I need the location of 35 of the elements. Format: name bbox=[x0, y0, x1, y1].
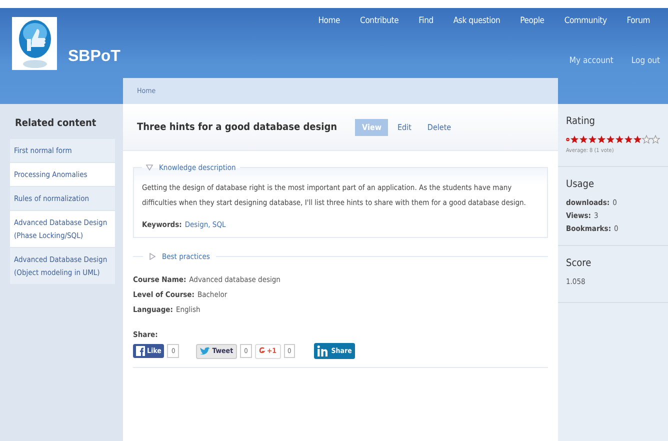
cancel-rating-icon[interactable] bbox=[566, 135, 570, 144]
site-name[interactable]: SBPoT bbox=[68, 48, 120, 66]
rating-star-icon[interactable] bbox=[606, 135, 615, 144]
bird-icon bbox=[200, 346, 210, 356]
nav-link[interactable]: Home bbox=[308, 16, 350, 26]
rating-star-icon[interactable] bbox=[615, 135, 624, 144]
thumbs-up-logo-icon bbox=[12, 17, 57, 70]
rating-star-icon[interactable] bbox=[624, 135, 633, 144]
rating-star-icon[interactable] bbox=[570, 135, 579, 144]
page-title: Three hints for a good database design bbox=[137, 122, 338, 132]
rating-star-icon[interactable] bbox=[651, 135, 660, 144]
score-title: Score bbox=[566, 258, 592, 269]
nav-link[interactable]: Community bbox=[554, 16, 617, 26]
rating-star-icon[interactable] bbox=[588, 135, 597, 144]
tab[interactable]: Delete bbox=[420, 118, 458, 136]
rating-star-icon[interactable] bbox=[642, 135, 651, 144]
sidebar-title: Related content bbox=[15, 118, 98, 129]
nav-link[interactable]: People bbox=[510, 16, 554, 26]
user-link[interactable]: My account bbox=[569, 56, 614, 66]
nav-link[interactable]: Ask question bbox=[443, 16, 510, 26]
rating-star-icon[interactable] bbox=[633, 135, 642, 144]
nav-link[interactable]: Forum bbox=[616, 16, 660, 26]
rating-title: Rating bbox=[566, 116, 596, 127]
rating-star-icon[interactable] bbox=[579, 135, 588, 144]
expand-icon bbox=[149, 253, 156, 260]
f-icon bbox=[136, 346, 145, 356]
nav-link[interactable]: Find bbox=[408, 16, 444, 26]
in-icon bbox=[317, 345, 330, 357]
rating-star-icon[interactable] bbox=[597, 135, 606, 144]
usage-title: Usage bbox=[566, 179, 596, 190]
nav-link[interactable]: Contribute bbox=[350, 16, 409, 26]
collapse-icon bbox=[146, 164, 153, 171]
tab[interactable]: Edit bbox=[390, 118, 418, 136]
g-icon bbox=[258, 346, 265, 356]
user-link[interactable]: Log out bbox=[631, 56, 660, 66]
